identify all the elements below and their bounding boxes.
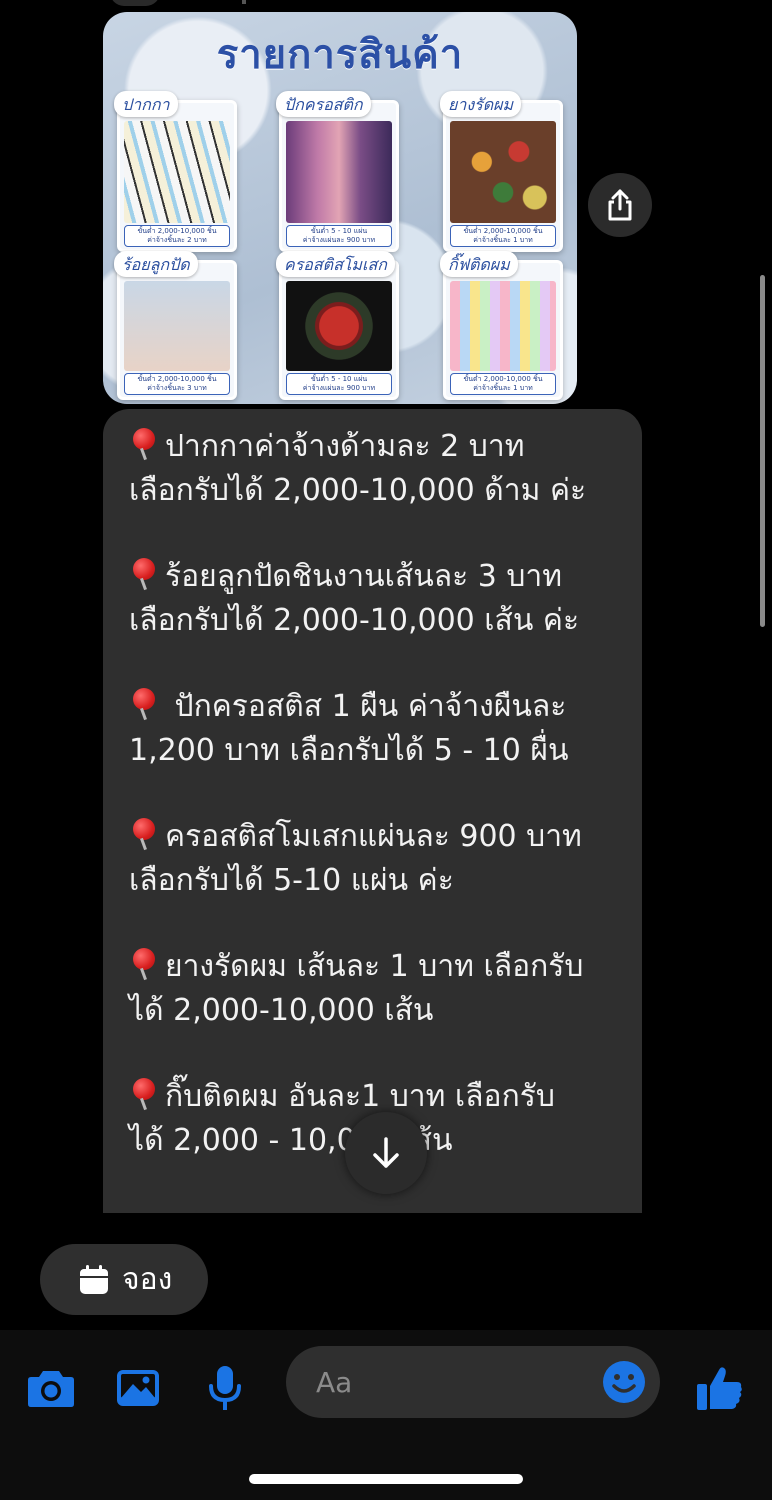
tile-caption: ขั้นต่ำ 2,000-10,000 ชิ้น ค่าจ้างชิ้นละ 3… bbox=[124, 373, 230, 395]
message-input-box[interactable] bbox=[286, 1346, 660, 1418]
like-button[interactable] bbox=[690, 1358, 750, 1418]
message-bubble[interactable]: ปากกาค่าจ้างด้ามละ 2 บาท เลือกรับได้ 2,00… bbox=[103, 409, 642, 1213]
thumbs-up-icon bbox=[697, 1367, 742, 1410]
tile-label: ครอสติสโมเสก bbox=[276, 251, 395, 277]
tile-label: กิ๊ฟติดผม bbox=[440, 251, 518, 277]
home-indicator bbox=[249, 1474, 523, 1484]
emoji-icon[interactable] bbox=[602, 1360, 646, 1404]
voice-button[interactable] bbox=[195, 1358, 255, 1418]
pushpin-icon bbox=[129, 1076, 159, 1110]
pushpin-icon bbox=[129, 946, 159, 980]
message-item: ปักครอสติส 1 ผืน ค่าจ้างผืนละ 1,200 บาท เ… bbox=[129, 685, 620, 773]
pens-photo bbox=[124, 121, 230, 223]
book-label: จอง bbox=[122, 1262, 173, 1297]
tile-label: ปักครอสติก bbox=[276, 91, 371, 117]
camera-button[interactable] bbox=[21, 1358, 81, 1418]
product-tile-cross-stitch: ปักครอสติก ขั้นต่ำ 5 - 10 แผ่น ค่าจ้างแผ่… bbox=[276, 91, 399, 252]
image-icon bbox=[117, 1370, 159, 1406]
tile-caption: ขั้นต่ำ 2,000-10,000 ชิ้น ค่าจ้างชิ้นละ 1… bbox=[450, 225, 556, 247]
message-composer bbox=[0, 1330, 772, 1500]
scrollbar[interactable] bbox=[760, 275, 765, 627]
product-tile-mosaic: ครอสติสโมเสก ขั้นต่ำ 5 - 10 แผ่น ค่าจ้างแ… bbox=[276, 251, 399, 400]
book-quick-reply-button[interactable]: จอง bbox=[40, 1244, 208, 1315]
microphone-icon bbox=[209, 1366, 241, 1410]
share-icon bbox=[608, 189, 632, 221]
cross-stitch-photo bbox=[286, 121, 392, 223]
tile-caption: ขั้นต่ำ 5 - 10 แผ่น ค่าจ้างแผ่นละ 900 บาท bbox=[286, 373, 392, 395]
tile-label: ร้อยลูกปัด bbox=[114, 251, 198, 277]
tile-caption: ขั้นต่ำ 2,000-10,000 ชิ้น ค่าจ้างชิ้นละ 2… bbox=[124, 225, 230, 247]
pushpin-icon bbox=[129, 816, 159, 850]
scroll-to-bottom-button[interactable] bbox=[345, 1112, 427, 1194]
sender-avatar[interactable] bbox=[110, 0, 160, 6]
calendar-icon bbox=[80, 1264, 108, 1294]
pushpin-icon bbox=[129, 556, 159, 590]
pushpin-icon bbox=[129, 686, 159, 720]
tile-caption: ขั้นต่ำ 2,000-10,000 ชิ้น ค่าจ้างชิ้นละ 1… bbox=[450, 373, 556, 395]
hair-ties-photo bbox=[450, 121, 556, 223]
camera-icon bbox=[28, 1371, 74, 1407]
arrow-down-icon bbox=[373, 1137, 399, 1168]
message-input[interactable] bbox=[316, 1360, 586, 1404]
share-button[interactable] bbox=[588, 173, 652, 237]
product-list-title: รายการสินค้า bbox=[216, 32, 464, 78]
product-list-image[interactable]: รายการสินค้า ปากกา ขั้นต่ำ 2,000-10,000 … bbox=[103, 12, 577, 404]
message-item: ยางรัดผม เส้นละ 1 บาท เลือกรับ ได้ 2,000-… bbox=[129, 945, 620, 1033]
message-item: ร้อยลูกปัดชินงานเส้นละ 3 บาท เลือกรับได้ … bbox=[129, 555, 620, 643]
tile-label: ยางรัดผม bbox=[440, 91, 522, 117]
beads-photo bbox=[124, 281, 230, 371]
message-item: ครอสติสโมเสกแผ่นละ 900 บาท เลือกรับได้ 5-… bbox=[129, 815, 620, 903]
mosaic-photo bbox=[286, 281, 392, 371]
product-tile-hair-clips: กิ๊ฟติดผม ขั้นต่ำ 2,000-10,000 ชิ้น ค่าจ้… bbox=[440, 251, 563, 400]
product-tile-beads: ร้อยลูกปัด ขั้นต่ำ 2,000-10,000 ชิ้น ค่าจ… bbox=[114, 251, 237, 400]
product-tile-pens: ปากกา ขั้นต่ำ 2,000-10,000 ชิ้น ค่าจ้างชิ… bbox=[114, 91, 237, 252]
gallery-button[interactable] bbox=[108, 1358, 168, 1418]
message-item: ปากกาค่าจ้างด้ามละ 2 บาท เลือกรับได้ 2,00… bbox=[129, 425, 620, 513]
tile-label: ปากกา bbox=[114, 91, 178, 117]
tile-caption: ขั้นต่ำ 5 - 10 แผ่น ค่าจ้างแผ่นละ 900 บาท bbox=[286, 225, 392, 247]
sender-name-fragment bbox=[242, 0, 246, 4]
pushpin-icon bbox=[129, 426, 159, 460]
hair-clips-photo bbox=[450, 281, 556, 371]
product-tile-hair-ties: ยางรัดผม ขั้นต่ำ 2,000-10,000 ชิ้น ค่าจ้า… bbox=[440, 91, 563, 252]
